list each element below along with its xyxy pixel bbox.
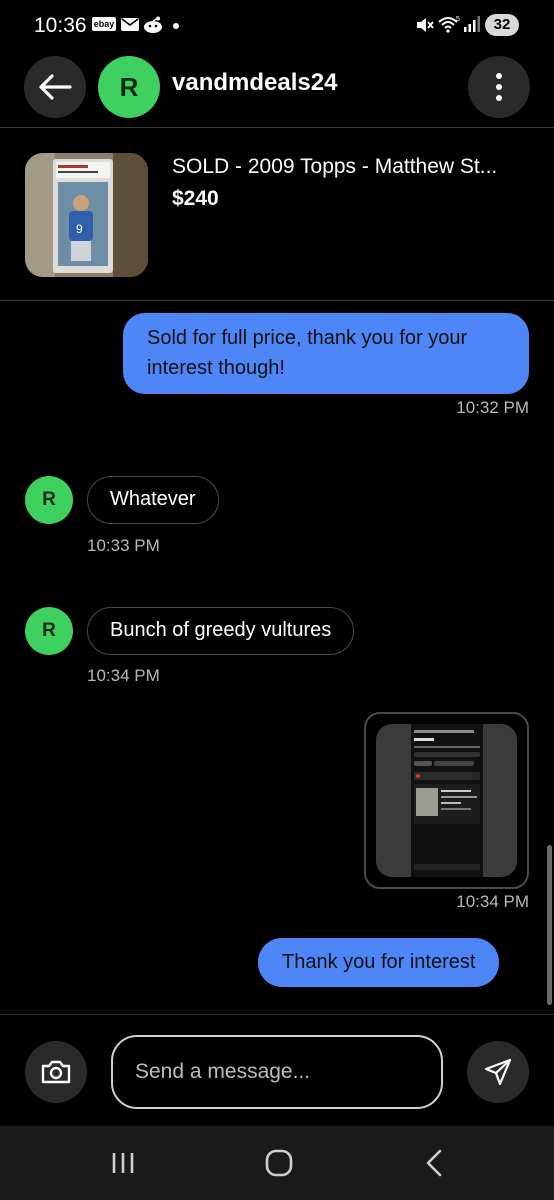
message-bubble-outgoing[interactable]: Sold for full price, thank you for your … xyxy=(123,313,529,394)
message-input[interactable] xyxy=(111,1035,443,1109)
camera-icon xyxy=(41,1060,71,1084)
back-button[interactable] xyxy=(24,56,86,118)
home-icon[interactable] xyxy=(265,1149,293,1177)
mail-icon xyxy=(121,18,139,31)
message-timestamp: 10:32 PM xyxy=(456,398,529,417)
back-icon[interactable] xyxy=(420,1148,448,1178)
battery-icon: 32 xyxy=(485,14,519,36)
username[interactable]: vandmdeals24 xyxy=(172,69,337,97)
message-timestamp: 10:34 PM xyxy=(456,892,529,911)
message-bubble-outgoing[interactable]: Thank you for interest xyxy=(258,938,500,987)
send-button[interactable] xyxy=(467,1041,529,1103)
message-text: Bunch of greedy vultures xyxy=(110,619,332,641)
conversation-header: R vandmdeals24 xyxy=(0,48,554,128)
scrollbar[interactable] xyxy=(547,845,552,1005)
recents-icon[interactable] xyxy=(108,1150,138,1176)
listing-card[interactable]: 9 SOLD - 2009 Topps - Matthew St... $240 xyxy=(0,129,554,301)
avatar[interactable]: R xyxy=(25,476,73,524)
status-bar: 10:36 ebay 5 32 xyxy=(0,0,554,48)
back-arrow-icon xyxy=(39,74,72,100)
mute-icon xyxy=(417,18,434,32)
notification-dot-icon xyxy=(173,23,179,29)
signal-icon xyxy=(464,16,480,32)
trading-card-image: 9 xyxy=(25,153,148,277)
ebay-icon: ebay xyxy=(92,17,116,31)
message-text: Thank you for interest xyxy=(282,951,476,973)
more-vertical-icon xyxy=(496,73,502,79)
avatar[interactable]: R xyxy=(25,607,73,655)
svg-text:9: 9 xyxy=(76,222,83,236)
listing-thumbnail[interactable]: 9 xyxy=(25,153,148,277)
status-time: 10:36 xyxy=(34,14,87,37)
system-nav-bar xyxy=(0,1126,554,1200)
compose-bar xyxy=(0,1014,554,1126)
message-timestamp: 10:33 PM xyxy=(87,536,160,555)
listing-price: $240 xyxy=(172,187,219,210)
message-text: Whatever xyxy=(110,488,196,510)
svg-text:5: 5 xyxy=(456,16,460,23)
avatar[interactable]: R xyxy=(98,56,160,118)
more-options-button[interactable] xyxy=(468,56,530,118)
listing-title[interactable]: SOLD - 2009 Topps - Matthew St... xyxy=(172,155,542,179)
message-timestamp: 10:34 PM xyxy=(87,666,160,685)
send-icon xyxy=(484,1058,512,1086)
message-bubble-incoming[interactable]: Whatever xyxy=(87,476,219,524)
screenshot-image xyxy=(376,724,517,877)
message-text: Sold for full price, thank you for your … xyxy=(147,327,468,379)
wifi-icon: 5 xyxy=(438,16,460,33)
image-message[interactable] xyxy=(364,712,529,889)
message-bubble-incoming[interactable]: Bunch of greedy vultures xyxy=(87,607,355,655)
camera-button[interactable] xyxy=(25,1041,87,1103)
reddit-icon xyxy=(144,16,162,33)
